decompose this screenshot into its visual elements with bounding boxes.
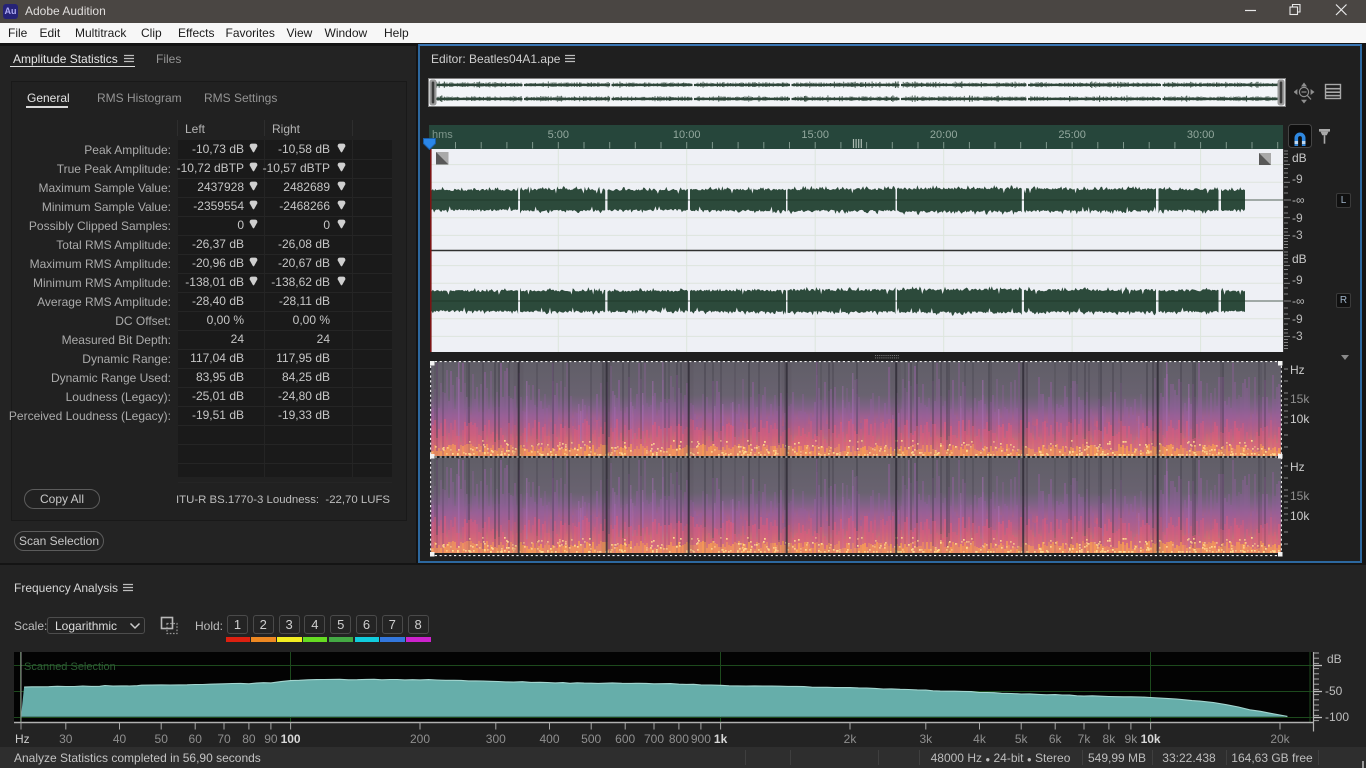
svg-text:90: 90 [264,732,278,746]
svg-text:30:00: 30:00 [1187,129,1215,141]
svg-text:dB: dB [1292,252,1307,266]
svg-text:-9: -9 [1292,312,1303,326]
svg-text:-3: -3 [1292,228,1303,242]
svg-text:5:00: 5:00 [548,129,569,141]
svg-text:Hz: Hz [1290,363,1305,377]
svg-text:10k: 10k [1290,509,1310,523]
svg-text:Hz: Hz [15,732,30,746]
svg-text:6k: 6k [1049,732,1063,746]
svg-text:8k: 8k [1103,732,1117,746]
svg-text:10k: 10k [1290,412,1310,426]
svg-text:-9: -9 [1292,172,1303,186]
svg-text:300: 300 [486,732,506,746]
svg-text:400: 400 [539,732,559,746]
svg-text:3k: 3k [919,732,933,746]
svg-text:2k: 2k [844,732,858,746]
svg-text:-∞: -∞ [1292,193,1305,207]
svg-text:70: 70 [217,732,231,746]
svg-text:dB: dB [1292,151,1307,165]
svg-text:20:00: 20:00 [930,129,958,141]
svg-text:100: 100 [281,732,301,746]
svg-text:30: 30 [59,732,73,746]
svg-text:50: 50 [155,732,169,746]
svg-text:10:00: 10:00 [673,129,701,141]
svg-text:20k: 20k [1270,732,1290,746]
svg-text:-9: -9 [1292,211,1303,225]
svg-text:200: 200 [410,732,430,746]
svg-text:60: 60 [189,732,203,746]
svg-text:15k: 15k [1290,489,1310,503]
svg-text:600: 600 [615,732,635,746]
svg-text:9k: 9k [1125,732,1139,746]
svg-text:4k: 4k [973,732,987,746]
svg-text:5k: 5k [1015,732,1029,746]
svg-text:10k: 10k [1141,732,1161,746]
svg-text:dB: dB [1327,652,1342,666]
svg-text:900: 900 [691,732,711,746]
svg-text:-50: -50 [1325,684,1343,698]
svg-text:Hz: Hz [1290,460,1305,474]
svg-text:-∞: -∞ [1292,294,1305,308]
svg-text:-100: -100 [1325,710,1349,724]
svg-text:7k: 7k [1078,732,1092,746]
svg-text:80: 80 [242,732,256,746]
svg-text:Scanned Selection: Scanned Selection [24,661,116,673]
svg-text:15:00: 15:00 [801,129,829,141]
svg-text:-9: -9 [1292,273,1303,287]
svg-text:-3: -3 [1292,329,1303,343]
svg-text:700: 700 [644,732,664,746]
svg-text:500: 500 [581,732,601,746]
svg-text:25:00: 25:00 [1058,129,1086,141]
svg-text:15k: 15k [1290,392,1310,406]
svg-text:40: 40 [113,732,127,746]
svg-text:800: 800 [669,732,689,746]
svg-text:1k: 1k [714,732,728,746]
